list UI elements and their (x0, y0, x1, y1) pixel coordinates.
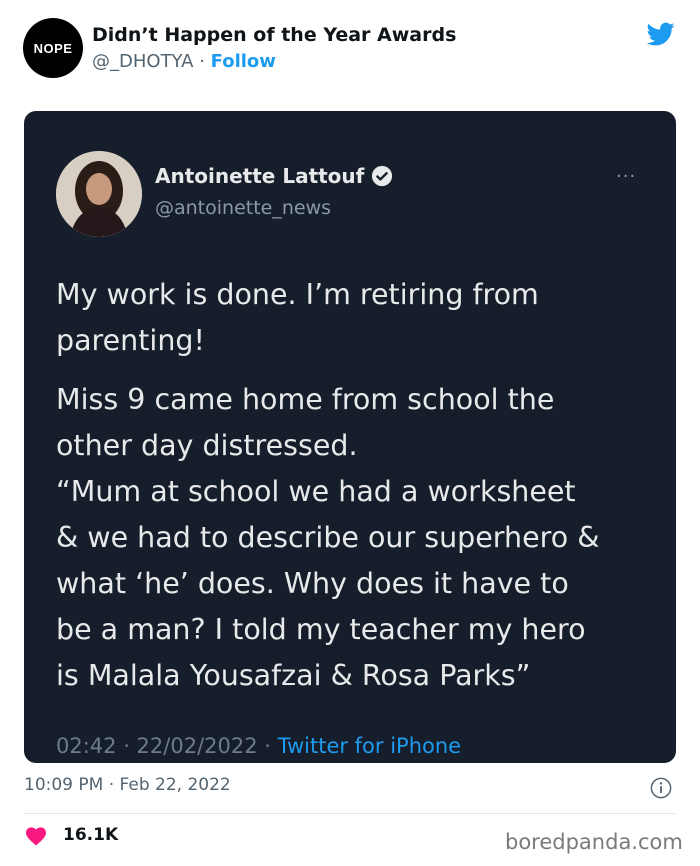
text-line: is Malala Yousafzai & Rosa Parks” (56, 659, 531, 692)
more-options-icon: ··· (616, 166, 637, 187)
account-subline: @_DHOTYA · Follow (92, 51, 276, 72)
author-handle: @antoinette_news (155, 197, 332, 219)
watermark: boredpanda.com (505, 830, 683, 854)
info-icon[interactable] (650, 777, 672, 799)
tweet-paragraph-2: Miss 9 came home from school the other d… (56, 377, 656, 699)
embedded-tweet-meta: 02:42 · 22/02/2022 · Twitter for iPhone (56, 734, 461, 758)
verified-badge-icon (372, 165, 393, 187)
heart-icon[interactable] (25, 826, 47, 846)
author-avatar (56, 151, 142, 237)
text-line: My work is done. I’m retiring from (56, 278, 539, 311)
tweet-header: NOPE Didn’t Happen of the Year Awards @_… (0, 0, 700, 100)
embedded-tweet-time: 02:42 · 22/02/2022 · (56, 734, 278, 758)
text-line: “Mum at school we had a worksheet (56, 475, 576, 508)
text-line: other day distressed. (56, 429, 358, 462)
embedded-tweet-image[interactable]: Antoinette Lattouf @antoinette_news ··· … (24, 111, 676, 763)
follow-button[interactable]: Follow (211, 51, 276, 72)
like-count[interactable]: 16.1K (63, 825, 118, 845)
tweet-paragraph-1: My work is done. I’m retiring from paren… (56, 272, 656, 364)
text-line: Miss 9 came home from school the (56, 383, 555, 416)
twitter-bird-icon[interactable] (644, 20, 678, 48)
account-avatar[interactable]: NOPE (23, 18, 83, 78)
tweet-timestamp[interactable]: 10:09 PM · Feb 22, 2022 (24, 775, 231, 795)
text-line: & we had to describe our superhero & (56, 521, 600, 554)
embedded-tweet-source: Twitter for iPhone (277, 734, 462, 758)
author-photo-icon (56, 151, 142, 237)
account-handle[interactable]: @_DHOTYA (92, 51, 193, 72)
author-name: Antoinette Lattouf (155, 164, 365, 188)
text-line: what ‘he’ does. Why does it have to (56, 567, 569, 600)
account-name[interactable]: Didn’t Happen of the Year Awards (92, 24, 456, 46)
divider (24, 813, 676, 814)
text-line: be a man? I told my teacher my hero (56, 613, 586, 646)
text-line: parenting! (56, 324, 205, 357)
author-name-row: Antoinette Lattouf (155, 164, 393, 188)
separator: · (193, 51, 211, 72)
